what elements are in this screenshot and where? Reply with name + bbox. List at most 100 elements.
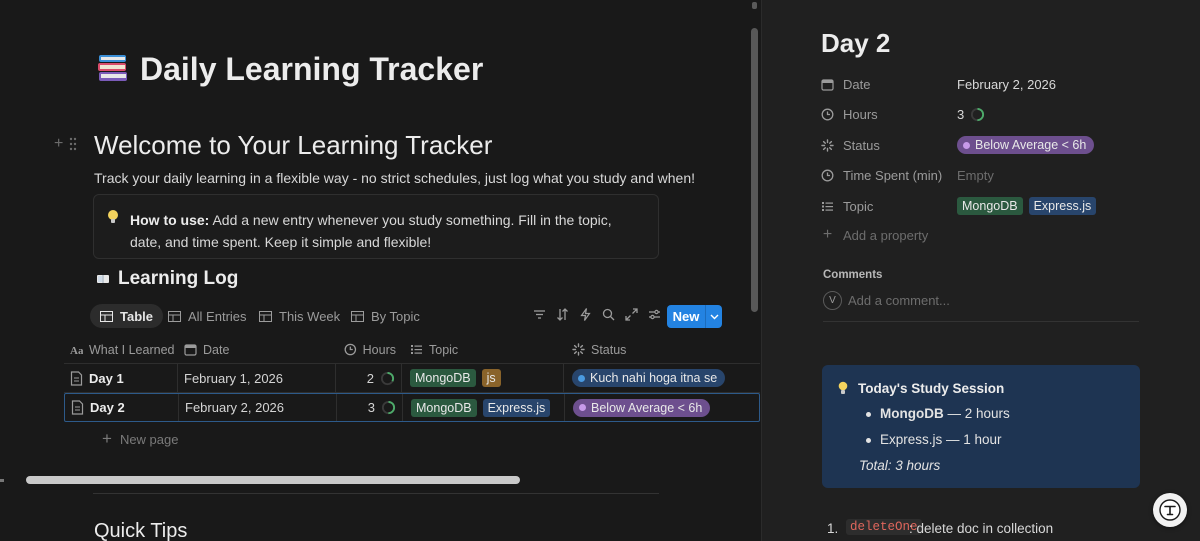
tab-this-week[interactable]: This Week	[249, 304, 350, 328]
tab-by-topic[interactable]: By Topic	[341, 304, 430, 328]
page-title[interactable]: Daily Learning Tracker	[140, 51, 483, 88]
books-icon[interactable]	[96, 51, 130, 85]
new-button-label[interactable]: New	[667, 305, 706, 328]
row-title-cell[interactable]: Day 1	[70, 364, 178, 392]
new-page-label: New page	[119, 431, 179, 447]
svg-text:Aa: Aa	[70, 345, 83, 356]
list-number: 1.	[827, 521, 839, 536]
tab-all-entries[interactable]: All Entries	[158, 304, 257, 328]
row-topic-cell[interactable]: MongoDB Express.js	[403, 394, 565, 421]
session-total: Total: 3 hours	[859, 458, 941, 473]
session-title: Today's Study Session	[858, 381, 1005, 396]
column-header-date[interactable]: Date	[178, 336, 336, 363]
block-handle[interactable]: +	[54, 135, 77, 153]
column-header-hours[interactable]: Hours	[336, 336, 402, 363]
status-badge: Below Average < 6h	[957, 136, 1095, 154]
row-status-cell[interactable]: Kuch nahi hoga itna se	[564, 364, 760, 392]
item-text: Express.js — 1 hour	[880, 432, 1002, 447]
row-hours-cell[interactable]: 2	[336, 364, 402, 392]
study-session-callout[interactable]: Today's Study Session MongoDB — 2 hours …	[822, 365, 1140, 488]
column-header-topic[interactable]: Topic	[402, 336, 564, 363]
property-value[interactable]: Empty	[957, 168, 994, 183]
topic-tag: Express.js	[1028, 197, 1097, 215]
status-dot-icon	[579, 404, 586, 411]
property-value[interactable]: February 2, 2026	[957, 77, 1056, 92]
row-date[interactable]: February 2, 2026	[179, 394, 337, 421]
database-toolbar	[532, 307, 662, 322]
clock-icon	[821, 108, 834, 120]
chevron-down-icon[interactable]	[706, 305, 722, 328]
expand-icon[interactable]	[624, 307, 639, 322]
tab-label: Table	[120, 308, 153, 324]
learning-log-title[interactable]: Learning Log	[118, 268, 238, 290]
clock-icon	[821, 169, 834, 181]
column-label: Topic	[429, 342, 459, 357]
comment-input[interactable]: Add a comment...	[848, 293, 950, 308]
new-entry-button[interactable]: New	[667, 305, 722, 328]
property-key: Date	[821, 77, 957, 92]
drag-handle-icon[interactable]	[69, 137, 77, 151]
column-header-name[interactable]: Aa What I Learned	[70, 336, 178, 363]
notion-ai-face-icon	[1159, 499, 1181, 521]
sort-icon[interactable]	[555, 307, 570, 322]
property-key-label: Date	[843, 76, 871, 92]
search-icon[interactable]	[601, 307, 616, 322]
property-time-spent[interactable]: Time Spent (min) Empty	[821, 164, 1181, 186]
automation-bolt-icon[interactable]	[578, 307, 593, 322]
add-property-button[interactable]: + Add a property	[821, 226, 928, 244]
property-hours[interactable]: Hours 3	[821, 103, 1181, 125]
status-label: Below Average < 6h	[591, 400, 703, 415]
table-row[interactable]: Day 1 February 1, 2026 2 MongoDB js Kuch…	[64, 364, 760, 393]
how-to-callout[interactable]: How to use: Add a new entry whenever you…	[93, 194, 659, 259]
property-value[interactable]: 3	[957, 107, 985, 122]
welcome-heading[interactable]: Welcome to Your Learning Tracker	[94, 130, 492, 161]
add-block-icon[interactable]: +	[54, 135, 63, 153]
table-icon	[100, 310, 113, 322]
row-date[interactable]: February 1, 2026	[178, 364, 336, 392]
property-topic[interactable]: Topic MongoDB Express.js	[821, 195, 1181, 217]
row-title-cell[interactable]: Day 2	[71, 394, 179, 421]
property-value[interactable]: Below Average < 6h	[957, 136, 1095, 154]
property-date[interactable]: Date February 2, 2026	[821, 73, 1181, 95]
row-topic-cell[interactable]: MongoDB js	[402, 364, 564, 392]
new-page-row[interactable]: + New page	[102, 429, 178, 449]
status-label: Below Average < 6h	[975, 138, 1087, 152]
property-key: Hours	[821, 107, 957, 122]
scroll-indicator	[0, 479, 4, 482]
page-icon	[70, 370, 83, 386]
quick-tips-heading[interactable]: Quick Tips	[94, 520, 187, 541]
property-status[interactable]: Status Below Average < 6h	[821, 134, 1181, 156]
plus-icon: +	[102, 429, 112, 448]
row-hours-cell[interactable]: 3	[337, 394, 403, 421]
vertical-scrollbar[interactable]	[751, 28, 758, 312]
tab-label: This Week	[279, 308, 341, 324]
column-header-status[interactable]: Status	[564, 336, 760, 363]
filter-icon[interactable]	[532, 307, 547, 322]
list-text: : delete doc in collection	[909, 521, 1054, 536]
status-badge: Kuch nahi hoga itna se	[572, 369, 726, 387]
text-property-icon: Aa	[70, 345, 83, 356]
list-item: Express.js — 1 hour	[866, 432, 1010, 458]
scrollbar-arrow[interactable]	[752, 2, 757, 9]
divider	[93, 493, 659, 494]
settings-sliders-icon[interactable]	[647, 307, 662, 322]
tab-label: By Topic	[371, 308, 420, 324]
property-key-label: Status	[843, 137, 880, 153]
row-title: Day 1	[89, 370, 124, 386]
property-value[interactable]: MongoDB Express.js	[957, 197, 1097, 215]
row-status-cell[interactable]: Below Average < 6h	[565, 394, 760, 421]
horizontal-scrollbar[interactable]	[26, 476, 520, 484]
avatar: V	[823, 291, 842, 310]
table-row[interactable]: Day 2 February 2, 2026 3 MongoDB Express…	[64, 393, 760, 422]
list-icon	[411, 345, 422, 354]
topic-tag: MongoDB	[957, 197, 1023, 215]
session-list: MongoDB — 2 hours Express.js — 1 hour	[866, 406, 1010, 458]
intro-text[interactable]: Track your daily learning in a flexible …	[94, 170, 695, 186]
tab-table[interactable]: Table	[90, 304, 163, 328]
status-icon	[821, 138, 834, 152]
table-header-row: Aa What I Learned Date Hours Topic Statu…	[64, 336, 760, 364]
ai-assistant-button[interactable]	[1153, 493, 1187, 527]
panel-title[interactable]: Day 2	[821, 28, 890, 59]
property-key-label: Time Spent (min)	[843, 167, 943, 183]
topic-tag: Express.js	[482, 398, 551, 417]
